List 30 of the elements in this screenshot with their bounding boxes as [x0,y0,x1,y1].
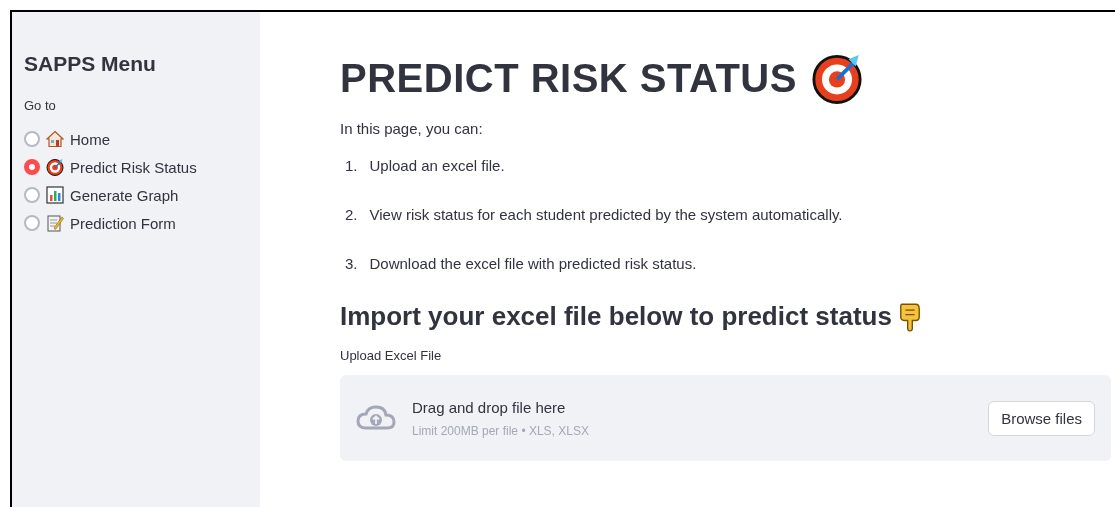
uploader-label: Upload Excel File [340,348,443,363]
house-icon [46,130,64,148]
radio-button[interactable] [24,215,40,231]
browse-files-button[interactable]: Browse files [988,400,1095,436]
section-heading: Import your excel file below to predict status [340,301,892,332]
target-icon [46,158,64,176]
memo-pencil-icon [46,214,64,232]
intro-text: In this page, you can: [340,120,484,137]
radio-group-label: Go to [24,98,57,113]
page-title: PREDICT RISK STATUS [340,55,797,101]
list-number: 3. [345,255,358,274]
menu-option[interactable]: Predict Risk Status [70,158,197,176]
bar-chart-icon [46,186,64,204]
cloud-upload-icon [356,404,396,432]
file-dropzone[interactable]: Drag and drop file here Limit 200MB per file • XLS, XLSX Browse files [340,375,1111,461]
radio-button[interactable] [24,159,40,175]
list-item-text: Download the excel file with predicted risk status. [369,255,697,274]
menu-option[interactable]: Prediction Form [70,214,176,232]
radio-button[interactable] [24,187,40,203]
radio-button[interactable] [24,131,40,147]
list-number: 2. [345,206,358,225]
list-item-text: Upload an excel file. [369,157,505,176]
file-limit-text: Limit 200MB per file • XLS, XLSX [412,423,590,438]
menu-option[interactable]: Home [70,130,110,148]
target-icon [810,52,863,104]
dropzone-instruction: Drag and drop file here [412,398,567,416]
list-number: 1. [345,157,358,176]
menu-option[interactable]: Generate Graph [70,186,179,204]
sidebar-title: SAPPS Menu [24,52,157,76]
list-item-text: View risk status for each student predicted by the system automatically. [369,206,843,225]
